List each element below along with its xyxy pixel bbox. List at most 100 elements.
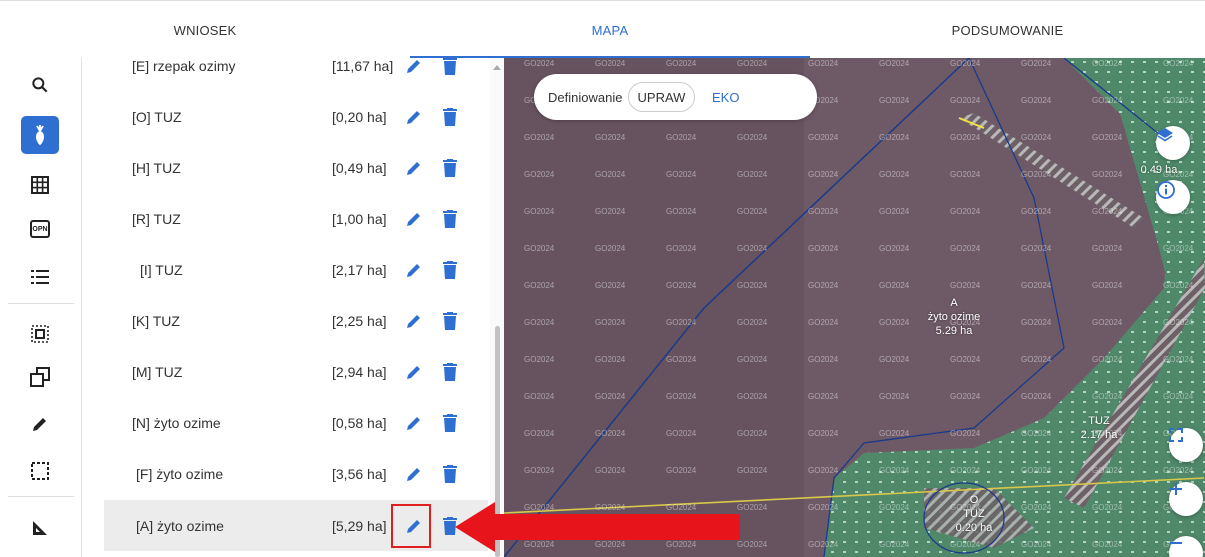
parcel-area: [2,17 ha] <box>332 261 387 278</box>
tab-mapa[interactable]: MAPA <box>410 1 810 59</box>
toggle-label: Definiowanie <box>548 89 623 105</box>
map-watermark-text: GO2024 <box>1092 133 1123 142</box>
toggle-option-upraw[interactable]: UPRAW <box>628 82 695 112</box>
map-watermark-text: GO2024 <box>808 540 839 549</box>
red-arrow-annotation <box>455 502 740 552</box>
map-watermark-text: GO2024 <box>595 133 626 142</box>
map-watermark-text: GO2024 <box>1021 244 1052 253</box>
map-watermark-text: GO2024 <box>879 133 910 142</box>
map-watermark-text: GO2024 <box>1092 318 1123 327</box>
list-scrollbar[interactable] <box>490 58 504 557</box>
toggle-option-eko[interactable]: EKO <box>712 74 739 120</box>
tab-wniosek[interactable]: WNIOSEK <box>0 1 410 59</box>
map-watermark-text: GO2024 <box>879 392 910 401</box>
map-watermark-text: GO2024 <box>879 59 910 68</box>
edit-pencil-icon[interactable] <box>401 206 427 232</box>
map-watermark-text: GO2024 <box>737 244 768 253</box>
trash-icon[interactable] <box>437 155 463 181</box>
info-icon[interactable] <box>1156 180 1190 214</box>
edit-pencil-icon[interactable] <box>401 104 427 130</box>
parcel-area: [0,58 ha] <box>332 414 387 431</box>
map-watermark-text: GO2024 <box>879 429 910 438</box>
search-icon[interactable] <box>21 66 59 104</box>
map-watermark-text: GO2024 <box>737 133 768 142</box>
parcel-name: [H] TUZ <box>132 159 181 176</box>
map-watermark-text: GO2024 <box>879 540 910 549</box>
map-watermark-text: GO2024 <box>1092 466 1123 475</box>
list-item[interactable]: [O] TUZ [0,20 ha] <box>104 91 488 142</box>
layers-icon[interactable] <box>1156 126 1190 160</box>
fullscreen-icon[interactable] <box>1169 428 1203 462</box>
map-watermark-text: GO2024 <box>950 392 981 401</box>
map-watermark-text: GO2024 <box>1163 244 1194 253</box>
map-watermark-text: GO2024 <box>808 170 839 179</box>
tab-podsumowanie[interactable]: PODSUMOWANIE <box>810 1 1205 59</box>
map-watermark-text: GO2024 <box>950 355 981 364</box>
edit-pencil-icon[interactable] <box>401 155 427 181</box>
edit-pencil-icon[interactable] <box>401 308 427 334</box>
map-watermark-text: GO2024 <box>808 281 839 290</box>
list-item[interactable]: [M] TUZ [2,94 ha] <box>104 346 488 397</box>
trash-icon[interactable] <box>437 410 463 436</box>
definition-mode-toggle: Definiowanie UPRAW EKO <box>534 74 817 120</box>
map-watermark-text: GO2024 <box>666 244 697 253</box>
trash-icon[interactable] <box>437 104 463 130</box>
map-watermark-text: GO2024 <box>1092 207 1123 216</box>
parcel-name: [E] rzepak ozimy <box>132 58 236 74</box>
map-watermark-text: GO2024 <box>1163 392 1194 401</box>
list-item[interactable]: [F] żyto ozime [3,56 ha] <box>104 448 488 499</box>
map-watermark-text: GO2024 <box>1092 540 1123 549</box>
opn-label: OPN <box>30 220 50 238</box>
scroll-up-arrow-icon[interactable] <box>493 65 501 70</box>
map-watermark-text: GO2024 <box>1021 392 1052 401</box>
trash-icon[interactable] <box>437 58 463 79</box>
map-canvas[interactable]: GO2024 GO2024 GO2024 GO2024 GO2024 GO2024 GO20… <box>504 58 1205 557</box>
map-view[interactable]: GO2024 GO2024 GO2024 GO2024 GO2024 GO2024 GO20… <box>504 58 1205 557</box>
trash-icon[interactable] <box>437 308 463 334</box>
list-icon[interactable] <box>21 258 59 296</box>
list-item[interactable]: [H] TUZ [0,49 ha] <box>104 142 488 193</box>
copy-shape-icon[interactable] <box>21 358 59 396</box>
map-watermark-text: GO2024 <box>595 59 626 68</box>
parcel-name: [M] TUZ <box>132 363 183 380</box>
map-watermark-text: GO2024 <box>666 59 697 68</box>
edit-pencil-icon[interactable] <box>401 257 427 283</box>
edit-pencil-icon[interactable] <box>401 58 427 79</box>
trash-icon[interactable] <box>437 206 463 232</box>
trash-icon[interactable] <box>437 461 463 487</box>
list-item[interactable]: [E] rzepak ozimy [11,67 ha] <box>104 58 488 91</box>
list-item[interactable]: [K] TUZ [2,25 ha] <box>104 295 488 346</box>
trash-icon[interactable] <box>437 257 463 283</box>
parcel-o-crop: TUZ <box>963 508 985 520</box>
parcel-a-code: A <box>950 297 958 309</box>
map-watermark-text: GO2024 <box>808 207 839 216</box>
map-watermark-text: GO2024 <box>737 429 768 438</box>
map-watermark-text: GO2024 <box>879 170 910 179</box>
trash-icon[interactable] <box>437 359 463 385</box>
parcel-area: [5,29 ha] <box>332 517 387 534</box>
pencil-icon[interactable] <box>21 405 59 443</box>
grid-icon[interactable] <box>21 166 59 204</box>
map-watermark-text: GO2024 <box>595 207 626 216</box>
map-watermark-text: GO2024 <box>950 540 981 549</box>
parcel-name: [I] TUZ <box>140 261 183 278</box>
select-area-icon[interactable] <box>21 315 59 353</box>
parcel-area: [3,56 ha] <box>332 465 387 482</box>
ruler-icon[interactable] <box>21 509 59 547</box>
edit-pencil-icon[interactable] <box>401 461 427 487</box>
list-item[interactable]: [R] TUZ [1,00 ha] <box>104 193 488 244</box>
opn-icon[interactable]: OPN <box>21 210 59 248</box>
map-watermark-text: GO2024 <box>595 466 626 475</box>
edit-pencil-icon[interactable] <box>401 359 427 385</box>
map-watermark-text: GO2024 <box>808 392 839 401</box>
map-watermark-text: GO2024 <box>595 392 626 401</box>
map-watermark-text: GO2024 <box>1092 244 1123 253</box>
edit-pencil-icon[interactable] <box>401 410 427 436</box>
map-watermark-text: GO2024 <box>666 355 697 364</box>
dashed-rect-icon[interactable] <box>21 452 59 490</box>
list-item[interactable]: [N] żyto ozime [0,58 ha] <box>104 397 488 448</box>
list-item[interactable]: [I] TUZ [2,17 ha] <box>104 244 488 295</box>
zoom-in-icon[interactable] <box>1169 482 1203 516</box>
map-watermark-text: GO2024 <box>950 244 981 253</box>
crop-icon[interactable] <box>21 116 59 154</box>
